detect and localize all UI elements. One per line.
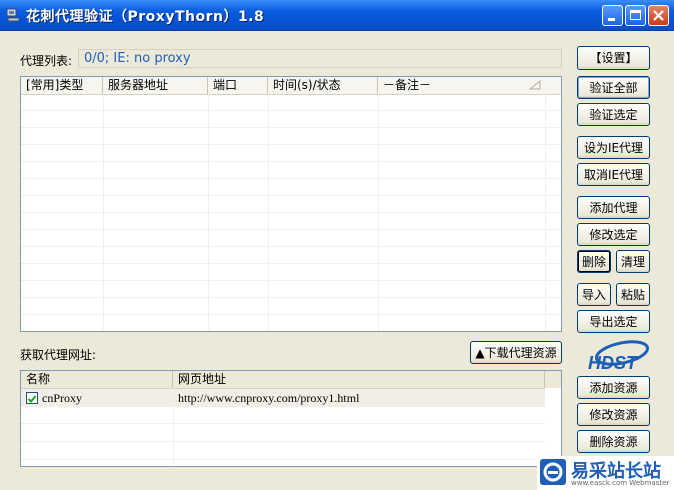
clear-button[interactable]: 清理 [616,250,650,273]
column-header-url[interactable]: 网页地址 [173,371,545,388]
grid-row [21,230,561,247]
verify-selected-button[interactable]: 验证选定 [577,103,650,126]
grid-row [21,315,561,331]
watermark-sub: www.easck.com Webmaster [571,479,670,487]
grid-column-line [173,388,174,466]
grid-row [21,162,561,179]
add-proxy-button[interactable]: 添加代理 [577,196,650,219]
delete-resource-button[interactable]: 删除资源 [577,430,650,453]
proxy-status-field: 0/0; IE: no proxy [78,49,562,68]
watermark-badge: 易采站长站 www.easck.com Webmaster [537,456,674,490]
edit-resource-button[interactable]: 修改资源 [577,403,650,426]
resource-list-header: 名称 网页地址 [21,371,561,389]
resource-label: 获取代理网址: [20,348,97,362]
edit-selected-button[interactable]: 修改选定 [577,223,650,246]
window-title: 花刺代理验证（ProxyThorn）1.8 [26,9,265,25]
app-icon [6,8,20,22]
verify-all-button[interactable]: 验证全部 [577,76,650,99]
logo-text: HDST [588,353,639,373]
sort-triangle-icon [528,79,541,94]
grid-column-line [378,94,379,331]
grid-row [21,425,545,442]
checkmark-icon [27,395,37,403]
title-bar[interactable]: 花刺代理验证（ProxyThorn）1.8 [0,0,674,31]
resource-checkbox[interactable] [26,392,38,404]
column-header-port[interactable]: 端口 [208,77,268,94]
import-button[interactable]: 导入 [577,283,611,306]
grid-row [21,94,561,111]
column-header-type[interactable]: [常用]类型 [21,77,103,94]
add-resource-button[interactable]: 添加资源 [577,376,650,399]
proxy-list-label: 代理列表: [20,54,73,68]
grid-column-line [208,94,209,331]
resource-row[interactable]: cnProxy http://www.cnproxy.com/proxy1.ht… [21,389,545,407]
grid-row [21,443,545,460]
grid-row [21,298,561,315]
grid-row [21,128,561,145]
grid-row [21,145,561,162]
settings-button[interactable]: 【设置】 [577,46,650,70]
column-header-time-status[interactable]: 时间(s)/状态 [268,77,378,94]
proxy-list-header: [常用]类型 服务器地址 端口 时间(s)/状态 －备注－ [21,77,561,95]
cancel-ie-proxy-button[interactable]: 取消IE代理 [577,163,650,186]
grid-row [21,264,561,281]
grid-column-line [545,94,546,331]
column-header-server[interactable]: 服务器地址 [103,77,208,94]
maximize-button[interactable] [625,5,646,26]
proxy-list[interactable]: [常用]类型 服务器地址 端口 时间(s)/状态 －备注－ [20,76,562,332]
download-resources-button[interactable]: ▲下载代理资源 [470,341,562,364]
close-button[interactable] [648,5,669,26]
grid-row [21,407,545,424]
grid-row [21,196,561,213]
grid-row [21,179,561,196]
grid-row [21,461,545,466]
delete-button[interactable]: 删除 [577,250,611,273]
resource-name: cnProxy [42,391,82,405]
main-window: 花刺代理验证（ProxyThorn）1.8 代理列表: 0/0; IE: no … [0,0,674,490]
grid-row [21,247,561,264]
grid-column-line [268,94,269,331]
paste-button[interactable]: 粘贴 [616,283,650,306]
minimize-button[interactable] [602,5,623,26]
column-header-note[interactable]: －备注－ [378,77,548,94]
grid-column-line [103,94,104,331]
watermark-logo-icon [540,459,566,485]
set-ie-proxy-button[interactable]: 设为IE代理 [577,136,650,159]
column-header-name[interactable]: 名称 [21,371,173,388]
grid-row [21,213,561,230]
hdst-logo: HDST [582,339,650,373]
resource-url: http://www.cnproxy.com/proxy1.html [178,391,360,405]
grid-row [21,281,561,298]
export-selected-button[interactable]: 导出选定 [577,310,650,333]
resource-list[interactable]: 名称 网页地址 cnProxy http://www.cnproxy.com/p… [20,370,562,467]
grid-row [21,111,561,128]
